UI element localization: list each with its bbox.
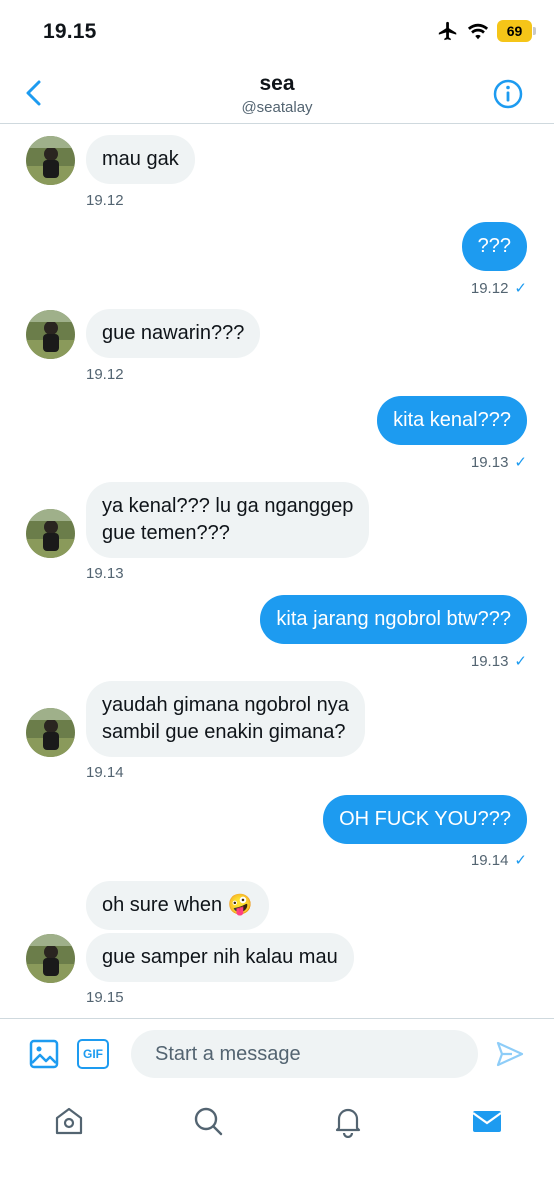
message-bubble-incoming[interactable]: oh sure when 🤪 — [86, 881, 269, 930]
message-bubble-incoming[interactable]: mau gak — [86, 135, 195, 184]
avatar[interactable] — [26, 708, 75, 757]
avatar[interactable] — [26, 310, 75, 359]
message-timestamp: 19.12 — [86, 366, 124, 383]
read-check-icon: ✓ — [514, 852, 527, 869]
message-meta: 19.12 ✓ — [470, 279, 527, 298]
message-bubble-incoming[interactable]: yaudah gimana ngobrol nya sambil gue ena… — [86, 681, 365, 757]
avatar[interactable] — [26, 934, 75, 983]
read-check-icon: ✓ — [514, 454, 527, 471]
send-icon[interactable] — [495, 1039, 525, 1069]
message-timestamp: 19.12 — [86, 192, 124, 209]
message-meta: 19.13 ✓ — [470, 652, 527, 671]
home-icon[interactable] — [52, 1104, 86, 1138]
message-line: ya kenal??? lu ga nganggep — [102, 495, 354, 517]
wifi-icon — [467, 23, 489, 40]
message-input[interactable] — [131, 1030, 478, 1078]
message-bubble-outgoing[interactable]: kita jarang ngobrol btw??? — [260, 595, 527, 644]
info-icon[interactable] — [492, 78, 524, 110]
message-bubble-outgoing[interactable]: OH FUCK YOU??? — [323, 795, 527, 844]
message-bubble-incoming[interactable]: ya kenal??? lu ga nganggep gue temen??? — [86, 482, 370, 558]
message-timestamp: 19.12 — [470, 279, 509, 297]
search-icon[interactable] — [191, 1104, 225, 1138]
message-meta: 19.14 ✓ — [470, 851, 527, 870]
contact-name[interactable]: sea — [0, 72, 554, 96]
message-bubble-incoming[interactable]: gue nawarin??? — [86, 309, 261, 358]
bottom-nav — [0, 1090, 554, 1199]
gif-icon[interactable]: GIF — [77, 1039, 109, 1069]
message-timestamp: 19.13 — [470, 652, 509, 670]
message-timestamp: 19.14 — [470, 851, 509, 869]
message-bubble-outgoing[interactable]: kita kenal??? — [377, 396, 527, 445]
message-timestamp: 19.13 — [470, 453, 509, 471]
status-time: 19.15 — [43, 20, 97, 43]
message-timestamp: 19.15 — [86, 989, 124, 1006]
battery-indicator: 69 — [497, 20, 536, 42]
mail-icon[interactable] — [470, 1104, 504, 1138]
message-line: sambil gue enakin gimana? — [102, 721, 346, 743]
message-composer: GIF — [0, 1018, 554, 1090]
message-bubble-incoming[interactable]: gue samper nih kalau mau — [86, 933, 354, 982]
message-line: gue temen??? — [102, 522, 230, 544]
airplane-icon — [438, 21, 457, 41]
message-timestamp: 19.13 — [86, 565, 124, 582]
status-bar: 19.15 69 — [0, 0, 554, 62]
image-icon[interactable] — [28, 1038, 60, 1070]
read-check-icon: ✓ — [514, 653, 527, 670]
read-check-icon: ✓ — [514, 280, 527, 297]
contact-handle[interactable]: @seatalay — [0, 99, 554, 116]
conversation-header: sea @seatalay — [0, 62, 554, 124]
message-bubble-outgoing[interactable]: ??? — [461, 222, 527, 271]
message-line: yaudah gimana ngobrol nya — [102, 694, 349, 716]
avatar[interactable] — [26, 509, 75, 558]
message-timestamp: 19.14 — [86, 764, 124, 781]
message-meta: 19.13 ✓ — [470, 453, 527, 472]
status-icons: 69 — [437, 20, 536, 42]
bell-icon[interactable] — [331, 1104, 365, 1138]
avatar[interactable] — [26, 136, 75, 185]
